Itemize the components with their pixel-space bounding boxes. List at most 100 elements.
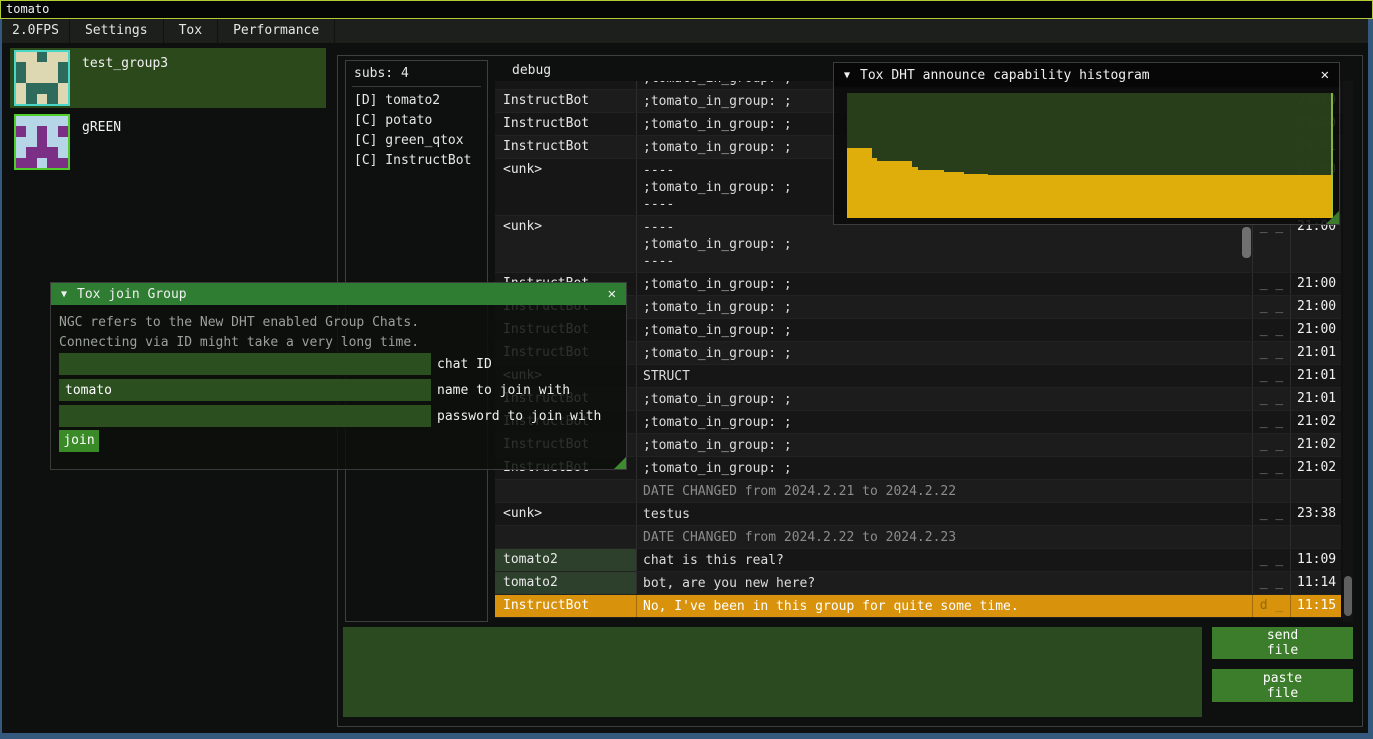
avatar-pixel — [47, 73, 57, 83]
subs-member-item[interactable]: [C] potato — [354, 111, 485, 131]
menu-bar: 2.0FPSSettingsToxPerformance — [2, 19, 1368, 43]
menu-item-tox[interactable]: Tox — [164, 19, 218, 43]
avatar-pixel — [16, 126, 26, 136]
avatar-pixel — [47, 158, 57, 168]
subs-member-item[interactable]: [C] InstructBot — [354, 151, 485, 171]
group-row-test_group3[interactable]: test_group3 — [10, 48, 326, 108]
sender-cell: <unk> — [495, 503, 637, 525]
sender-cell — [495, 526, 637, 548]
status-cell: _ _ — [1253, 503, 1291, 525]
histogram-window: ▼ Tox DHT announce capability histogram … — [833, 62, 1340, 225]
sender-cell: <unk> — [495, 159, 637, 215]
join-password-input[interactable] — [59, 405, 431, 427]
avatar-pixel — [47, 52, 57, 62]
tab-debug[interactable]: debug — [506, 60, 557, 81]
avatar-pixel — [58, 158, 68, 168]
avatar-pixel — [47, 83, 57, 93]
avatar-pixel — [47, 62, 57, 72]
date-changed-row[interactable]: DATE CHANGED from 2024.2.21 to 2024.2.22 — [495, 480, 1341, 503]
sender-cell: InstructBot — [495, 595, 637, 617]
avatar-pixel — [37, 73, 47, 83]
avatar-pixel — [16, 52, 26, 62]
sender-cell — [495, 480, 637, 502]
chat-message-row[interactable]: tomato2chat is this real?_ _11:09 — [495, 549, 1341, 572]
avatar-pixel — [16, 137, 26, 147]
message-cell: chat is this real? — [637, 549, 1253, 571]
timestamp-cell: 21:01 — [1291, 388, 1341, 410]
plot-right-axis-line — [1331, 93, 1333, 218]
menu-item-2.0fps[interactable]: 2.0FPS — [2, 19, 70, 43]
histogram-bar-segment — [964, 174, 988, 218]
paste-file-button[interactable]: paste file — [1212, 669, 1353, 702]
avatar-pixel — [26, 62, 36, 72]
message-cell: No, I've been in this group for quite so… — [637, 595, 1253, 617]
histogram-bar-segment — [877, 161, 912, 219]
join-button[interactable]: join — [59, 430, 99, 452]
resize-grip[interactable] — [1326, 211, 1339, 224]
message-cell: ;tomato_in_group: ; — [637, 388, 1253, 410]
group-name-label: test_group3 — [82, 56, 168, 71]
resize-grip[interactable] — [614, 457, 626, 469]
send-file-button[interactable]: send file — [1212, 627, 1353, 659]
status-cell: _ _ — [1253, 457, 1291, 479]
subs-separator — [352, 86, 481, 87]
chat-scrollbar-thumb[interactable] — [1344, 576, 1352, 616]
avatar-pixel — [58, 116, 68, 126]
join-name-input[interactable] — [59, 379, 431, 401]
message-line: ;tomato_in_group: ; — [643, 391, 1248, 408]
timestamp-cell: 21:02 — [1291, 411, 1341, 433]
chat-message-row[interactable]: <unk>testus_ _23:38 — [495, 503, 1341, 526]
message-line: bot, are you new here? — [643, 575, 1248, 592]
message-cell-scrollbar-thumb[interactable] — [1242, 227, 1251, 258]
timestamp-cell: 21:00 — [1291, 296, 1341, 318]
chat-id-label: chat ID — [437, 357, 492, 372]
status-cell: _ _ — [1253, 572, 1291, 594]
timestamp-cell — [1291, 480, 1341, 502]
window-frame-bottom — [0, 733, 1373, 739]
sender-cell: InstructBot — [495, 136, 637, 158]
avatar-pixel — [47, 116, 57, 126]
histogram-window-titlebar[interactable]: ▼ Tox DHT announce capability histogram … — [834, 63, 1339, 87]
message-cell: ;tomato_in_group: ; — [637, 411, 1253, 433]
collapse-arrow-icon[interactable]: ▼ — [61, 289, 67, 300]
sender-cell: InstructBot — [495, 81, 637, 89]
subs-member-item[interactable]: [C] green_qtox — [354, 131, 485, 151]
avatar-pixel — [16, 73, 26, 83]
paste-file-label-line1: paste — [1263, 671, 1302, 686]
join-window-titlebar[interactable]: ▼ Tox join Group ✕ — [51, 283, 626, 305]
avatar-pixel — [37, 94, 47, 104]
subs-count-label: subs: 4 — [354, 66, 409, 81]
message-line: testus — [643, 506, 1248, 523]
close-icon[interactable]: ✕ — [608, 286, 616, 302]
avatar-pixel — [47, 94, 57, 104]
status-cell: _ _ — [1253, 388, 1291, 410]
subs-member-item[interactable]: [D] tomato2 — [354, 91, 485, 111]
avatar-pixel — [37, 83, 47, 93]
timestamp-cell: 21:01 — [1291, 342, 1341, 364]
close-icon[interactable]: ✕ — [1321, 67, 1329, 83]
chat-message-row[interactable]: tomato2bot, are you new here?_ _11:14 — [495, 572, 1341, 595]
status-cell — [1253, 526, 1291, 548]
chat-id-input[interactable] — [59, 353, 431, 375]
status-cell — [1253, 480, 1291, 502]
sender-cell: InstructBot — [495, 90, 637, 112]
sender-cell: <unk> — [495, 216, 637, 272]
chat-message-input[interactable] — [343, 627, 1202, 717]
avatar-pixel — [16, 62, 26, 72]
chat-scrollbar-track[interactable] — [1343, 81, 1353, 622]
date-changed-row[interactable]: DATE CHANGED from 2024.2.22 to 2024.2.23 — [495, 526, 1341, 549]
avatar-pixel — [26, 116, 36, 126]
os-titlebar[interactable]: tomato — [0, 0, 1373, 19]
message-line: No, I've been in this group for quite so… — [643, 598, 1248, 615]
avatar-pixel — [58, 126, 68, 136]
histogram-bar-segment — [847, 148, 872, 218]
avatar-pixel — [58, 94, 68, 104]
histogram-bar-segment — [988, 175, 1333, 218]
menu-item-performance[interactable]: Performance — [218, 19, 335, 43]
collapse-arrow-icon[interactable]: ▼ — [844, 70, 850, 81]
menu-item-settings[interactable]: Settings — [70, 19, 164, 43]
group-row-gREEN[interactable]: gREEN — [10, 112, 326, 172]
avatar-pixel — [37, 62, 47, 72]
join-note-line1: NGC refers to the New DHT enabled Group … — [59, 315, 419, 330]
chat-message-row[interactable]: InstructBot No, I've been in this group f… — [495, 595, 1341, 618]
